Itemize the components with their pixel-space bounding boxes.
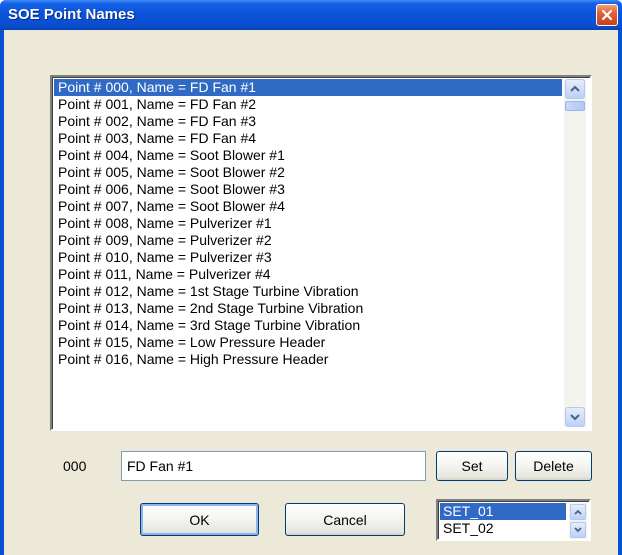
dialog-window: SOE Point Names Point # 000, Name = FD F… — [0, 0, 622, 555]
chevron-up-icon — [570, 85, 580, 92]
set-scroll-up-button[interactable] — [570, 504, 586, 520]
window-title: SOE Point Names — [8, 6, 135, 23]
point-list-item[interactable]: Point # 006, Name = Soot Blower #3 — [54, 181, 562, 198]
point-list-item[interactable]: Point # 003, Name = FD Fan #4 — [54, 130, 562, 147]
point-list-item[interactable]: Point # 001, Name = FD Fan #2 — [54, 96, 562, 113]
point-code-label: 000 — [63, 458, 87, 474]
set-list-item[interactable]: SET_01 — [440, 503, 566, 520]
point-list-item[interactable]: Point # 013, Name = 2nd Stage Turbine Vi… — [54, 300, 562, 317]
point-list-item[interactable]: Point # 000, Name = FD Fan #1 — [54, 79, 562, 96]
point-name-input[interactable] — [121, 451, 426, 481]
point-list-item[interactable]: Point # 008, Name = Pulverizer #1 — [54, 215, 562, 232]
point-list-item[interactable]: Point # 007, Name = Soot Blower #4 — [54, 198, 562, 215]
set-scroll-down-button[interactable] — [570, 522, 586, 538]
delete-button[interactable]: Delete — [515, 451, 592, 481]
scroll-thumb[interactable] — [565, 101, 585, 111]
dialog-client-area: Point # 000, Name = FD Fan #1 Point # 001… — [4, 30, 618, 555]
point-list-item[interactable]: Point # 010, Name = Pulverizer #3 — [54, 249, 562, 266]
set-listbox[interactable]: SET_01 SET_02 — [436, 499, 591, 541]
chevron-down-icon — [574, 527, 582, 533]
chevron-down-icon — [570, 414, 580, 421]
set-button[interactable]: Set — [436, 451, 508, 481]
point-list-item[interactable]: Point # 016, Name = High Pressure Header — [54, 351, 562, 368]
point-list-item[interactable]: Point # 012, Name = 1st Stage Turbine Vi… — [54, 283, 562, 300]
cancel-button[interactable]: Cancel — [285, 503, 405, 536]
point-list-item[interactable]: Point # 002, Name = FD Fan #3 — [54, 113, 562, 130]
chevron-up-icon — [574, 509, 582, 515]
point-list-item[interactable]: Point # 014, Name = 3rd Stage Turbine Vi… — [54, 317, 562, 334]
point-list-item[interactable]: Point # 005, Name = Soot Blower #2 — [54, 164, 562, 181]
close-button[interactable] — [596, 4, 618, 26]
set-list-scrollbar[interactable] — [569, 503, 587, 539]
scroll-up-button[interactable] — [565, 79, 585, 99]
set-list-item[interactable]: SET_02 — [440, 520, 566, 537]
ok-button[interactable]: OK — [140, 503, 259, 536]
soe-points-rows: Point # 000, Name = FD Fan #1 Point # 001… — [54, 79, 562, 429]
soe-points-listbox[interactable]: Point # 000, Name = FD Fan #1 Point # 001… — [50, 75, 592, 431]
point-list-item[interactable]: Point # 009, Name = Pulverizer #2 — [54, 232, 562, 249]
points-vertical-scrollbar[interactable] — [564, 79, 586, 427]
point-list-item[interactable]: Point # 011, Name = Pulverizer #4 — [54, 266, 562, 283]
scroll-down-button[interactable] — [565, 407, 585, 427]
point-list-item[interactable]: Point # 004, Name = Soot Blower #1 — [54, 147, 562, 164]
close-icon — [601, 9, 613, 21]
title-bar[interactable]: SOE Point Names — [0, 0, 622, 30]
point-list-item[interactable]: Point # 015, Name = Low Pressure Header — [54, 334, 562, 351]
